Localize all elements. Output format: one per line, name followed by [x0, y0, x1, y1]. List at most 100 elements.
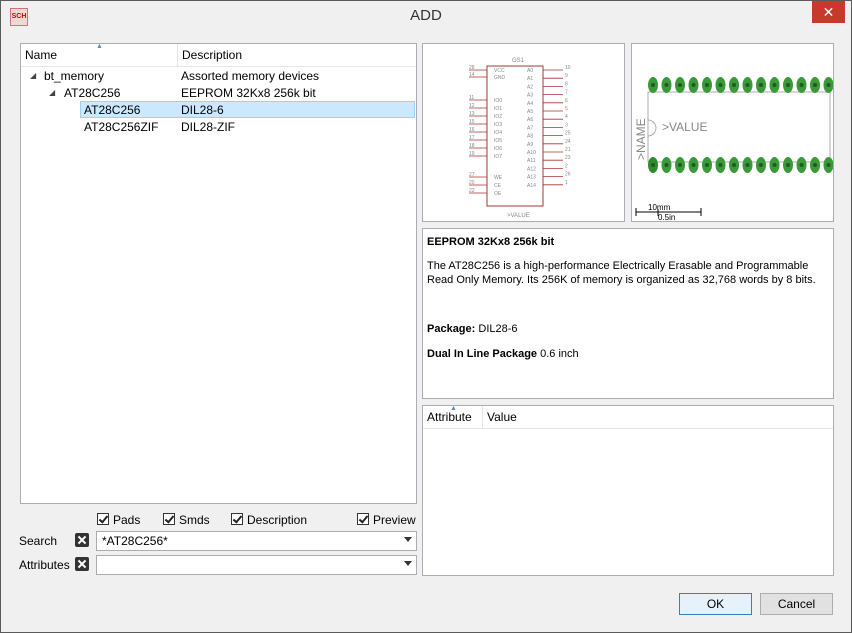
footprint-pad-hole — [759, 83, 763, 87]
symbol-pin-name: A11 — [527, 158, 536, 164]
clear-search-icon[interactable] — [75, 533, 89, 547]
column-header-value[interactable]: Value — [487, 410, 517, 424]
package-desc-key: Dual In Line Package — [427, 348, 538, 360]
chevron-down-icon[interactable] — [404, 561, 412, 566]
expand-triangle-icon[interactable]: ◢ — [30, 71, 36, 80]
symbol-pin-number: 22 — [469, 188, 475, 194]
preview-checkbox[interactable] — [357, 513, 369, 525]
package-description-line: Dual In Line Package 0.6 inch — [427, 347, 827, 361]
expand-triangle-icon[interactable]: ◢ — [49, 88, 55, 97]
symbol-pin-number: 14 — [469, 72, 475, 78]
symbol-pin-number: 15 — [469, 119, 475, 125]
pads-label: Pads — [113, 513, 141, 527]
symbol-pin-number: 27 — [469, 172, 475, 178]
symbol-pin-name: VCC — [494, 68, 505, 74]
clear-attributes-icon[interactable] — [75, 557, 89, 571]
symbol-pin-number: 10 — [565, 65, 571, 71]
tree-row-name: bt_memory — [44, 69, 105, 83]
close-button[interactable]: ✕ — [812, 1, 845, 23]
column-header-attribute[interactable]: Attribute — [427, 410, 472, 424]
tree-row-description: Assorted memory devices — [181, 69, 320, 83]
symbol-pin-number: 18 — [469, 143, 475, 149]
tree-row-name: AT28C256ZIF — [84, 120, 159, 134]
symbol-pin-name: A5 — [527, 109, 533, 115]
search-input-text[interactable]: *AT28C256* — [102, 534, 168, 548]
tree-row-description: DIL28-ZIF — [181, 120, 236, 134]
symbol-pin-name: A1 — [527, 76, 533, 82]
description-title: EEPROM 32Kx8 256k bit — [427, 236, 555, 248]
symbol-pin-number: 28 — [469, 65, 475, 71]
chevron-down-icon[interactable] — [404, 537, 412, 542]
symbol-pin-name: GND — [494, 75, 506, 81]
tree-row-variant-selected[interactable]: AT28C256 DIL28-6 — [80, 101, 415, 118]
symbol-pin-number: 7 — [565, 90, 568, 96]
footprint-pad-hole — [664, 83, 669, 87]
symbol-pin-name: A10 — [527, 150, 536, 156]
library-tree[interactable]: Name ▲ Description ◢ bt_memory Assorted … — [20, 43, 417, 504]
column-header-description[interactable]: Description — [182, 48, 242, 62]
symbol-pin-name: A0 — [527, 68, 533, 74]
tree-row-device[interactable]: ◢ AT28C256 EEPROM 32Kx8 256k bit — [22, 85, 415, 102]
package-line: Package: DIL28-6 — [427, 322, 827, 336]
symbol-pin-name: IO4 — [494, 130, 502, 136]
footprint-pad-hole — [651, 83, 655, 87]
symbol-pin-number: 17 — [469, 135, 475, 141]
column-header-name[interactable]: Name — [25, 48, 57, 62]
footprint-pad-hole — [786, 83, 790, 87]
symbol-pin-number: 26 — [565, 172, 571, 178]
schematic-symbol: GS1 >VALUE 28 VCC14 GND11 IO012 IO113 IO215 IO… — [469, 58, 571, 219]
symbol-pin-name: A2 — [527, 84, 533, 90]
ok-button[interactable]: OK — [679, 593, 752, 615]
symbol-name-label: GS1 — [512, 58, 525, 64]
footprint-pad-hole — [772, 163, 777, 167]
smds-checkbox[interactable] — [163, 513, 175, 525]
symbol-pin-name: A7 — [527, 125, 533, 131]
window-title: ADD — [410, 7, 442, 24]
footprint-pad-hole — [651, 163, 655, 167]
symbol-pin-number: 6 — [565, 98, 568, 104]
footprint-pad-hole — [691, 83, 696, 87]
scale-mm-label: 10mm — [648, 203, 671, 212]
symbol-pin-number: 24 — [565, 139, 571, 145]
symbol-pin-number: 9 — [565, 73, 568, 79]
pads-checkbox[interactable] — [97, 513, 109, 525]
symbol-pin-number: 11 — [469, 95, 474, 101]
footprint-pad-hole — [813, 83, 817, 87]
package-name-label: >NAME — [634, 118, 648, 160]
symbol-pin-number: 20 — [469, 180, 475, 186]
symbol-pin-name: IO3 — [494, 122, 502, 128]
cancel-button[interactable]: Cancel — [760, 593, 833, 615]
description-checkbox[interactable] — [231, 513, 243, 525]
symbol-pin-number: 16 — [469, 127, 475, 133]
package-notch — [647, 119, 657, 137]
symbol-pin-number: 21 — [565, 147, 571, 153]
attributes-combobox[interactable] — [96, 555, 417, 575]
symbol-pin-name: A4 — [527, 101, 533, 107]
footprint-pad-hole — [664, 163, 669, 167]
symbol-pin-number: 5 — [565, 106, 568, 112]
symbol-pin-number: 1 — [565, 180, 568, 186]
package-key: Package: — [427, 323, 476, 335]
symbol-pin-name: A3 — [527, 93, 533, 99]
footprint-pad-hole — [759, 163, 763, 167]
footprint-pad-hole — [799, 163, 804, 167]
symbol-pin-number: 19 — [469, 151, 475, 157]
symbol-pin-name: IO2 — [494, 114, 502, 120]
symbol-pin-name: CE — [494, 183, 502, 189]
description-label: Description — [247, 513, 308, 527]
smds-label: Smds — [179, 513, 210, 527]
column-separator[interactable] — [177, 44, 178, 66]
package-value: DIL28-6 — [478, 323, 518, 335]
attributes-table[interactable]: Attribute ▲ Value — [422, 405, 834, 576]
package-preview: >VALUE >NAME 10mm 0.5in — [631, 43, 834, 222]
tree-row-variant[interactable]: AT28C256ZIF DIL28-ZIF — [22, 119, 415, 136]
tree-row-library[interactable]: ◢ bt_memory Assorted memory devices — [22, 68, 415, 85]
symbol-pin-number: 3 — [565, 122, 568, 128]
footprint-pad-hole — [732, 163, 736, 167]
footprint-pad-hole — [718, 163, 723, 167]
sort-arrow-icon: ▲ — [450, 405, 457, 412]
column-separator[interactable] — [482, 406, 483, 428]
symbol-pin-name: IO1 — [494, 106, 502, 112]
search-label: Search — [19, 534, 58, 548]
search-combobox[interactable]: *AT28C256* — [96, 531, 417, 551]
